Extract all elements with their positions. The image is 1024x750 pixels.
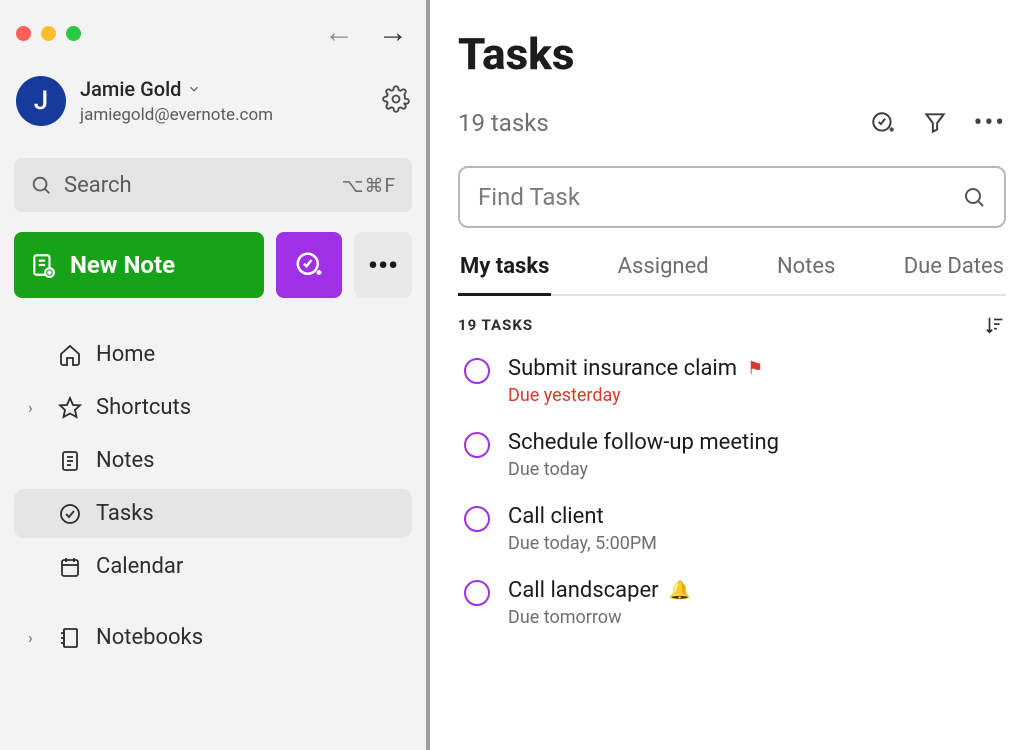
find-placeholder: Find Task <box>478 183 580 211</box>
task-title: Call landscaper <box>508 578 659 603</box>
task-due: Due yesterday <box>508 385 763 406</box>
search-shortcut: ⌥⌘F <box>342 174 396 197</box>
chevron-right-icon: › <box>28 398 33 417</box>
more-icon[interactable]: ••• <box>974 108 1006 138</box>
tab-assigned[interactable]: Assigned <box>616 254 711 294</box>
task-tabs: My tasks Assigned Notes Due Dates <box>458 254 1006 296</box>
tab-notes[interactable]: Notes <box>775 254 837 294</box>
forward-arrow-icon[interactable]: → <box>378 18 408 48</box>
subheader-actions: ••• <box>870 108 1006 138</box>
add-task-icon[interactable] <box>870 110 896 136</box>
nav-list: Home › Shortcuts Notes Tasks Calendar › … <box>8 328 418 664</box>
tab-due-dates[interactable]: Due Dates <box>902 254 1006 294</box>
nav-shortcuts[interactable]: › Shortcuts <box>14 383 412 432</box>
list-header: 19 TASKS <box>458 314 1006 336</box>
nav-notebooks-label: Notebooks <box>96 625 203 650</box>
new-task-button[interactable] <box>276 232 342 298</box>
nav-tasks-label: Tasks <box>96 501 154 526</box>
window-minimize-dot[interactable] <box>41 26 56 41</box>
sort-icon[interactable] <box>984 314 1006 336</box>
account-name-text: Jamie Gold <box>80 77 181 101</box>
ellipsis-icon: ••• <box>368 249 398 282</box>
history-nav: ← → <box>324 18 408 48</box>
avatar: J <box>16 76 66 126</box>
task-row[interactable]: Call client Due today, 5:00PM <box>458 504 1006 554</box>
task-count: 19 tasks <box>458 109 549 137</box>
nav-tasks[interactable]: Tasks <box>14 489 412 538</box>
note-plus-icon <box>30 252 56 278</box>
notebook-icon <box>58 626 82 650</box>
find-task-input[interactable]: Find Task <box>458 166 1006 228</box>
sidebar: ← → J Jamie Gold jamiegold@evernote.com … <box>0 0 430 750</box>
task-row[interactable]: Call landscaper 🔔 Due tomorrow <box>458 578 1006 628</box>
task-checkbox[interactable] <box>464 506 490 532</box>
search-placeholder: Search <box>64 173 132 198</box>
task-due: Due tomorrow <box>508 607 691 628</box>
check-circle-icon <box>58 502 82 526</box>
filter-icon[interactable] <box>922 110 948 136</box>
chevron-right-icon: › <box>28 628 33 647</box>
task-due: Due today, 5:00PM <box>508 533 657 554</box>
sidebar-search[interactable]: Search ⌥⌘F <box>14 158 412 212</box>
task-due: Due today <box>508 459 779 480</box>
gear-icon <box>382 85 410 113</box>
home-icon <box>58 343 82 367</box>
new-note-button[interactable]: New Note <box>14 232 264 298</box>
account-row[interactable]: J Jamie Gold jamiegold@evernote.com <box>8 58 418 136</box>
nav-calendar[interactable]: Calendar <box>14 542 412 591</box>
back-arrow-icon[interactable]: ← <box>324 18 354 48</box>
settings-button[interactable] <box>382 85 410 117</box>
search-icon <box>30 174 52 196</box>
nav-shortcuts-label: Shortcuts <box>96 395 191 420</box>
task-checkbox[interactable] <box>464 358 490 384</box>
account-email: jamiegold@evernote.com <box>80 105 273 125</box>
main-panel: Tasks 19 tasks ••• Find Task My tasks As… <box>430 0 1024 750</box>
task-title: Submit insurance claim <box>508 356 737 381</box>
tab-my-tasks[interactable]: My tasks <box>458 254 551 296</box>
account-info: Jamie Gold jamiegold@evernote.com <box>80 77 273 125</box>
task-row[interactable]: Schedule follow-up meeting Due today <box>458 430 1006 480</box>
task-row[interactable]: Submit insurance claim ⚑ Due yesterday <box>458 356 1006 406</box>
bell-icon: 🔔 <box>669 580 691 601</box>
window-zoom-dot[interactable] <box>66 26 81 41</box>
nav-notes-label: Notes <box>96 448 154 473</box>
task-title: Call client <box>508 504 604 529</box>
new-note-label: New Note <box>70 251 175 279</box>
window-controls: ← → <box>8 12 418 58</box>
task-plus-icon <box>294 250 324 280</box>
account-name: Jamie Gold <box>80 77 273 101</box>
nav-notes[interactable]: Notes <box>14 436 412 485</box>
window-close-dot[interactable] <box>16 26 31 41</box>
nav-home[interactable]: Home <box>14 330 412 379</box>
nav-calendar-label: Calendar <box>96 554 183 579</box>
calendar-icon <box>58 555 82 579</box>
flag-icon: ⚑ <box>747 358 763 379</box>
note-icon <box>58 449 82 473</box>
task-title: Schedule follow-up meeting <box>508 430 779 455</box>
list-header-text: 19 TASKS <box>458 316 533 334</box>
search-icon <box>962 185 986 209</box>
chevron-down-icon <box>187 82 201 96</box>
subheader: 19 tasks ••• <box>458 108 1006 138</box>
more-actions-button[interactable]: ••• <box>354 232 412 298</box>
task-checkbox[interactable] <box>464 432 490 458</box>
task-checkbox[interactable] <box>464 580 490 606</box>
star-icon <box>58 396 82 420</box>
task-list: Submit insurance claim ⚑ Due yesterday S… <box>458 356 1006 628</box>
nav-home-label: Home <box>96 342 155 367</box>
nav-notebooks[interactable]: › Notebooks <box>14 613 412 662</box>
primary-actions: New Note ••• <box>14 232 412 298</box>
page-title: Tasks <box>458 28 1006 80</box>
